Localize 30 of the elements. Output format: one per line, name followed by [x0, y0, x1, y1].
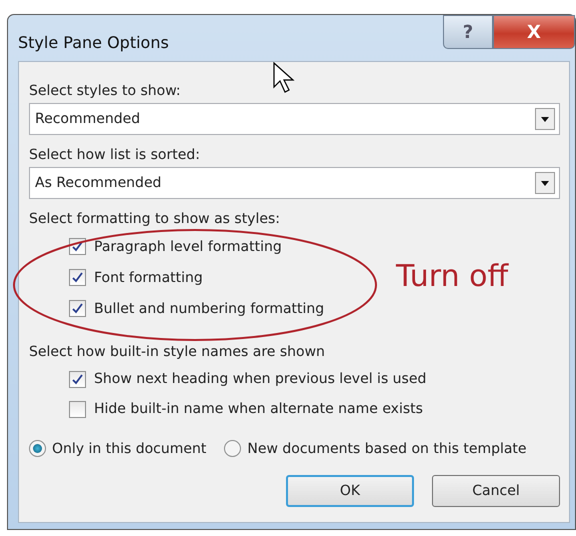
checkbox-label[interactable]: Paragraph level formatting [94, 238, 282, 254]
checkbox[interactable] [69, 370, 86, 388]
checkbox[interactable] [69, 400, 86, 418]
checkbox[interactable] [69, 300, 86, 317]
field-label: Select how list is sorted: [29, 146, 200, 165]
mouse-cursor-icon [273, 62, 295, 94]
checkmark-icon [71, 302, 84, 315]
cancel-button[interactable]: Cancel [432, 475, 560, 507]
checkmark-icon [71, 271, 84, 284]
close-button[interactable]: X [493, 15, 575, 49]
annotation-text: Turn off [396, 259, 508, 294]
checkmark-icon [71, 240, 84, 253]
section-label: Select how built-in style names are shown [29, 343, 325, 362]
section-label: Select formatting to show as styles: [29, 210, 280, 229]
ok-button[interactable]: OK [286, 475, 414, 507]
checkbox-label[interactable]: Hide built-in name when alternate name exists [94, 401, 423, 417]
checkbox-label[interactable]: Bullet and numbering formatting [94, 300, 324, 316]
checkbox[interactable] [69, 269, 86, 286]
help-button[interactable]: ? [443, 15, 493, 49]
radio-button[interactable] [29, 440, 46, 457]
radio-label[interactable]: Only in this document [52, 440, 206, 456]
field-label: Select styles to show: [29, 82, 181, 101]
window-title: Style Pane Options [17, 32, 169, 54]
radio-button[interactable] [224, 440, 242, 457]
radio-label[interactable]: New documents based on this template [247, 440, 527, 456]
checkbox-label[interactable]: Show next heading when previous level is used [94, 371, 426, 387]
checkbox-label[interactable]: Font formatting [94, 270, 203, 286]
styles-dropdown[interactable]: Recommended [29, 103, 560, 135]
checkmark-icon [71, 372, 84, 386]
sort-dropdown[interactable]: As Recommended [29, 167, 560, 199]
